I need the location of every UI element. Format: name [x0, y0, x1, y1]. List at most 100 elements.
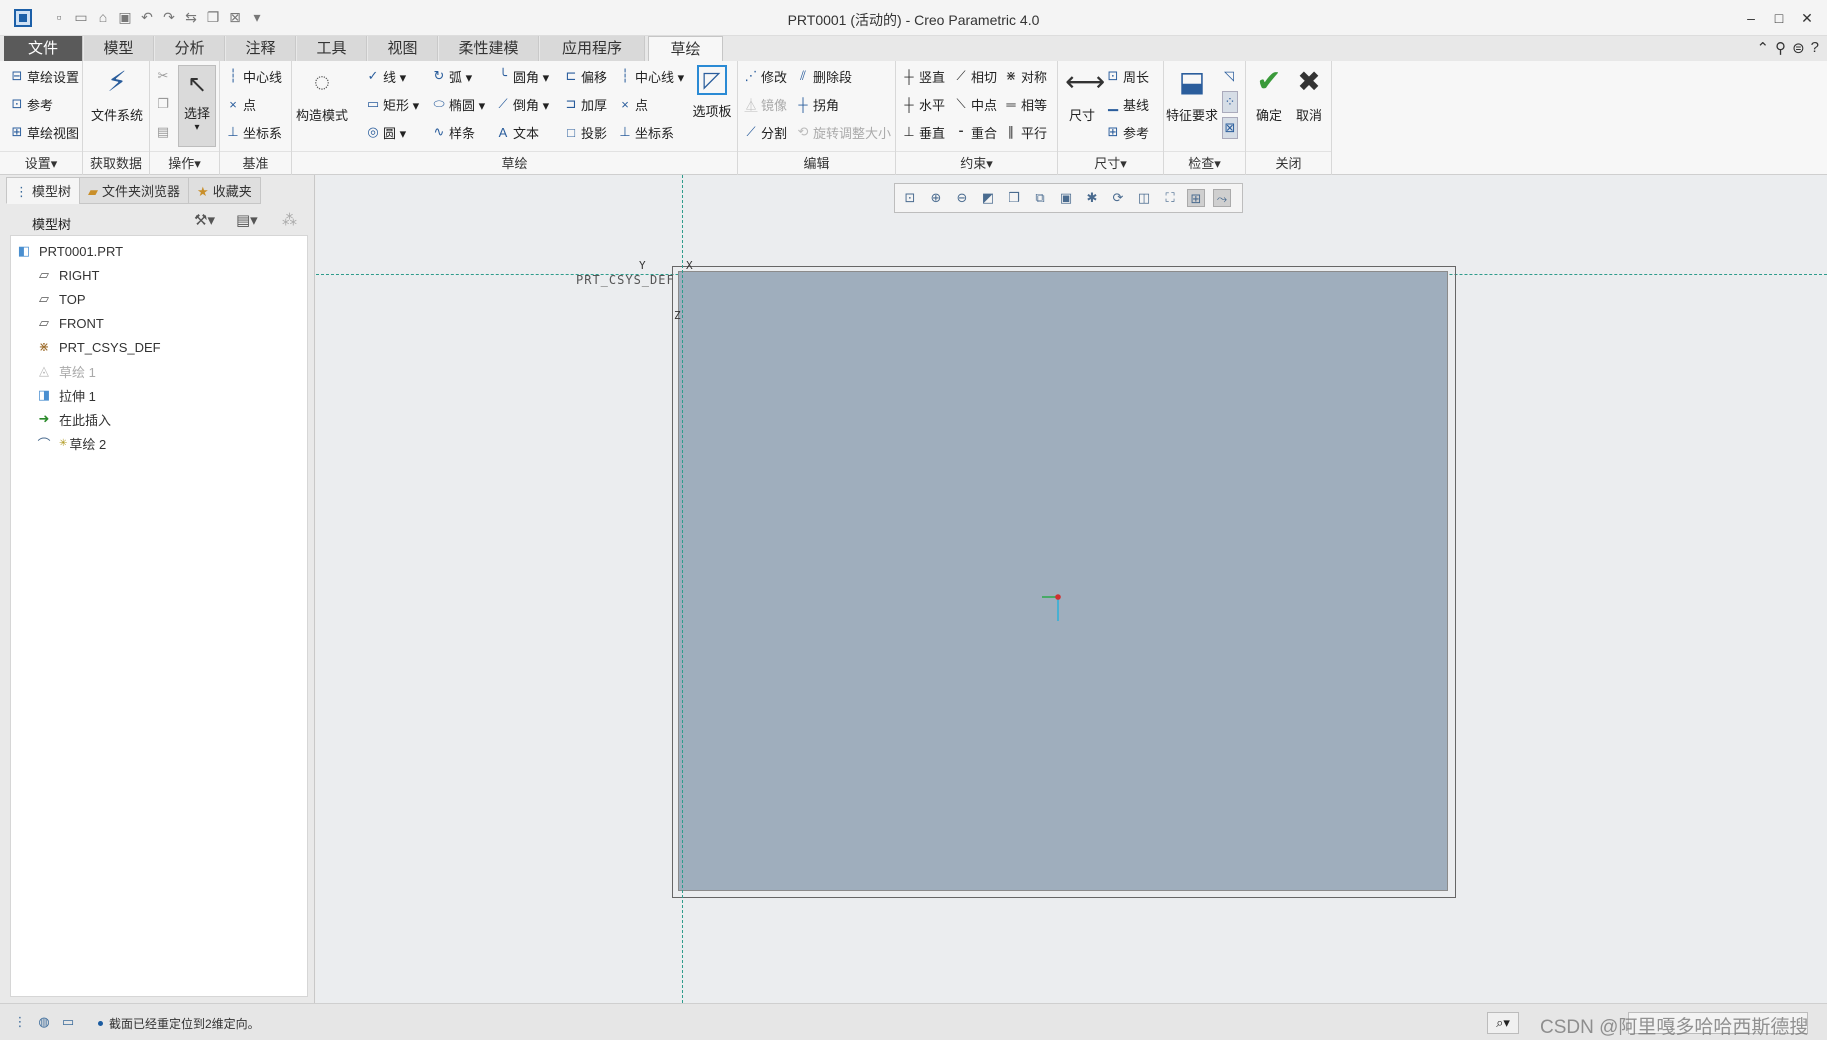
perimeter-button[interactable]: ⊡ 周长	[1106, 65, 1149, 87]
select-button[interactable]: ↖ 选择 ▾	[178, 65, 216, 147]
line-button[interactable]: ✓ 线 ▾	[366, 65, 407, 87]
tree-item-csys[interactable]: ⋇ PRT_CSYS_DEF	[35, 336, 161, 358]
tree-item-right[interactable]: ▱ RIGHT	[35, 264, 99, 286]
references-button[interactable]: ⊡ 参考	[10, 93, 53, 115]
mirror-button[interactable]: ⏅ 镜像	[744, 93, 787, 115]
select-dropdown-icon[interactable]: ▾	[179, 122, 215, 133]
chamfer-button[interactable]: ⟋ 倒角 ▾	[496, 93, 549, 115]
browser-toggle-icon[interactable]: ◍	[36, 1014, 52, 1030]
sketch-setup-button[interactable]: ⊟ 草绘设置	[10, 65, 79, 87]
group-label-constrain[interactable]: 约束▾	[896, 151, 1057, 175]
tree-item-sketch-2[interactable]: ⌒ ✳ 草绘 2	[35, 432, 106, 454]
datum-point-button[interactable]: × 点	[226, 93, 256, 115]
tab-file[interactable]: 文件	[4, 36, 83, 61]
sketch-csys-button[interactable]: ⊥ 坐标系	[618, 121, 674, 143]
palette-button[interactable]: ◸ 选项板	[690, 65, 734, 120]
find-icon[interactable]: ⌕▾	[1487, 1012, 1519, 1034]
tangent-constraint-button[interactable]: ⟋ 相切	[954, 65, 997, 87]
parallel-constraint-button[interactable]: ∥ 平行	[1004, 121, 1047, 143]
settings-tools-icon[interactable]: ⚒▾	[194, 211, 215, 229]
zoom-out-icon[interactable]: ⊖	[953, 189, 971, 207]
corner-button[interactable]: ┼ 拐角	[796, 93, 839, 115]
graphics-window[interactable]: PRT_CSYS_DEF Y X Z ⊡ ⊕ ⊖ ◩ ❒ ⧉ ▣ ✱ ⟳ ◫ ⛶…	[316, 175, 1827, 1003]
group-label-operations[interactable]: 操作▾	[150, 151, 219, 175]
community-icon[interactable]: ⊜	[1792, 39, 1805, 57]
midpoint-constraint-button[interactable]: ⟍ 中点	[954, 93, 997, 115]
collapse-ribbon-icon[interactable]: ⌃	[1757, 39, 1770, 57]
tab-sketch[interactable]: 草绘	[648, 36, 723, 62]
sketch-plane-surface[interactable]	[678, 271, 1448, 891]
tree-item-sketch-1[interactable]: ◬ 草绘 1	[35, 360, 96, 382]
symmetric-constraint-button[interactable]: ⋇ 对称	[1004, 65, 1047, 87]
tab-model-tree[interactable]: ⋮ 模型树	[6, 177, 81, 204]
tab-analysis[interactable]: 分析	[155, 36, 225, 61]
rotate-resize-button[interactable]: ⟲ 旋转调整大小	[796, 121, 891, 143]
tab-model[interactable]: 模型	[84, 36, 154, 61]
copy-button[interactable]: ❐	[156, 93, 170, 115]
sketch-view-button[interactable]: ⊞ 草绘视图	[10, 121, 79, 143]
tab-applications[interactable]: 应用程序	[540, 36, 645, 61]
circle-button[interactable]: ◎ 圆 ▾	[366, 121, 406, 143]
cancel-button[interactable]: ✖ 取消	[1290, 65, 1328, 124]
display-style-icon[interactable]: ❒	[1005, 189, 1023, 207]
tree-item-top[interactable]: ▱ TOP	[35, 288, 86, 310]
thicken-button[interactable]: ⊐ 加厚	[564, 93, 607, 115]
shade-closed-loops-button[interactable]: ⊠	[1222, 117, 1238, 139]
baseline-button[interactable]: ▁ 基线	[1106, 93, 1149, 115]
sketcher-display-icon[interactable]: ⛶	[1161, 189, 1179, 207]
tab-annotate[interactable]: 注释	[226, 36, 296, 61]
zoom-in-icon[interactable]: ⊕	[927, 189, 945, 207]
maximize-button[interactable]: □	[1765, 6, 1793, 30]
paste-button[interactable]: ▤	[156, 121, 170, 143]
vertical-constraint-button[interactable]: ┼ 竖直	[902, 65, 945, 87]
group-label-setup[interactable]: 设置▾	[0, 151, 82, 175]
perpendicular-constraint-button[interactable]: ⊥ 垂直	[902, 121, 945, 143]
fillet-button[interactable]: ╰ 圆角 ▾	[496, 65, 549, 87]
project-button[interactable]: □ 投影	[564, 121, 607, 143]
tab-favorites[interactable]: ★ 收藏夹	[188, 177, 261, 204]
datum-csys-button[interactable]: ⊥ 坐标系	[226, 121, 282, 143]
offset-button[interactable]: ⊏ 偏移	[564, 65, 607, 87]
tab-view[interactable]: 视图	[368, 36, 438, 61]
overlapping-geometry-button[interactable]: ◹	[1222, 65, 1236, 87]
feature-requirements-button[interactable]: ⬓ 特征要求	[1166, 65, 1218, 124]
dimension-button[interactable]: ⟷ 尺寸	[1062, 65, 1105, 124]
arc-button[interactable]: ↻ 弧 ▾	[432, 65, 473, 87]
view-manager-icon[interactable]: ▣	[1057, 189, 1075, 207]
construction-mode-button[interactable]: ◌ 构造模式	[296, 65, 348, 124]
tab-folder-browser[interactable]: ▰ 文件夹浏览器	[79, 177, 190, 204]
saved-orientations-icon[interactable]: ⧉	[1031, 189, 1049, 207]
group-label-inspect[interactable]: 检查▾	[1164, 151, 1245, 175]
spin-center-icon[interactable]: ⟳	[1109, 189, 1127, 207]
ellipse-button[interactable]: ⬭ 椭圆 ▾	[432, 93, 485, 115]
repaint-icon[interactable]: ◩	[979, 189, 997, 207]
close-button[interactable]: ✕	[1793, 6, 1821, 30]
sketch-centerline-button[interactable]: ┆ 中心线 ▾	[618, 65, 684, 87]
navigator-toggle-icon[interactable]: ⋮	[12, 1014, 28, 1030]
tree-item-insert-here[interactable]: ➜ 在此插入	[35, 408, 111, 430]
show-menu-icon[interactable]: ▤▾	[236, 211, 258, 229]
datum-centerline-button[interactable]: ┆ 中心线	[226, 65, 282, 87]
tab-tools[interactable]: 工具	[297, 36, 367, 61]
tree-item-front[interactable]: ▱ FRONT	[35, 312, 104, 334]
full-screen-icon[interactable]: ▭	[60, 1014, 76, 1030]
delete-segment-button[interactable]: ⫽ 删除段	[796, 65, 852, 87]
cut-button[interactable]: ✂	[156, 65, 170, 87]
equal-constraint-button[interactable]: ═ 相等	[1004, 93, 1047, 115]
modify-button[interactable]: ⋰ 修改	[744, 65, 788, 87]
reference-dimension-button[interactable]: ⊞ 参考	[1106, 121, 1149, 143]
coincident-constraint-button[interactable]: ⁃ 重合	[954, 121, 997, 143]
datum-display-icon[interactable]: ✱	[1083, 189, 1101, 207]
sketch-point-button[interactable]: × 点	[618, 93, 648, 115]
group-label-dimension[interactable]: 尺寸▾	[1058, 151, 1163, 175]
refit-icon[interactable]: ⊡	[901, 189, 919, 207]
text-button[interactable]: A 文本	[496, 121, 539, 143]
horizontal-constraint-button[interactable]: ┼ 水平	[902, 93, 945, 115]
sketch-view-icon[interactable]: ⊞	[1187, 189, 1205, 207]
annotation-display-icon[interactable]: ◫	[1135, 189, 1153, 207]
filter-icon[interactable]: ⁂	[282, 211, 297, 229]
minimize-button[interactable]: –	[1737, 6, 1765, 30]
tab-flexible-modeling[interactable]: 柔性建模	[439, 36, 539, 61]
spline-button[interactable]: ∿ 样条	[432, 121, 475, 143]
search-icon[interactable]: ⚲	[1775, 39, 1786, 57]
